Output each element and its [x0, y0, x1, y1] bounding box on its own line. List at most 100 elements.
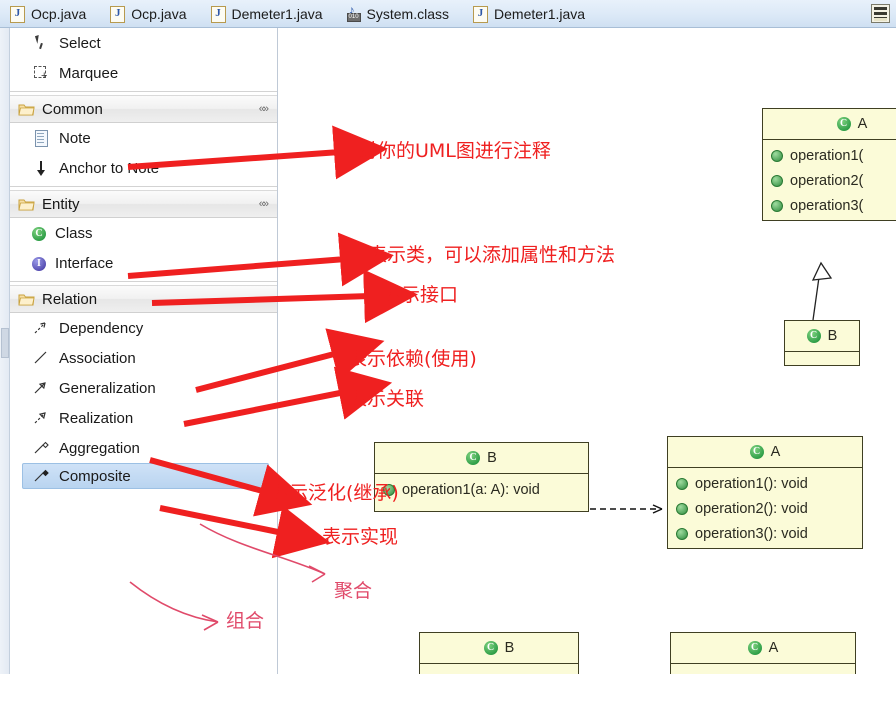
java-file-icon: [210, 5, 226, 23]
uml-class-title: A: [671, 633, 855, 664]
palette-item-label: Marquee: [59, 64, 119, 82]
palette-item-association[interactable]: Association: [10, 343, 277, 373]
uml-operation: operation1(a: A): void: [375, 477, 588, 502]
class-file-icon: [346, 3, 361, 22]
uml-operation: operation2(: [763, 168, 896, 193]
uml-operation-label: operation3(): void: [695, 525, 808, 542]
palette-item-label: Association: [59, 349, 136, 367]
palette-section-entity[interactable]: Entity «»: [10, 190, 277, 218]
uml-class-box-a-middle[interactable]: A operation1(): void operation2(): void …: [667, 436, 863, 549]
palette-tool-select[interactable]: Select: [10, 28, 277, 58]
palette-item-interface[interactable]: Interface: [10, 248, 277, 278]
interface-icon: [32, 256, 46, 271]
editor-tab-3[interactable]: System.class: [337, 1, 463, 27]
annotation-association-text: 表示关联: [348, 388, 425, 410]
uml-operations-compartment: operation1(): void operation2(): void op…: [668, 468, 862, 548]
uml-class-title: B: [375, 443, 588, 474]
public-member-icon: [771, 149, 783, 162]
uml-operations-compartment: operation1(a: A): void: [375, 474, 588, 504]
palette-item-label: Note: [59, 129, 91, 147]
palette-item-label: Class: [55, 224, 93, 242]
dependency-arrowhead: [652, 504, 663, 514]
uml-class-name: A: [857, 116, 868, 132]
uml-operation-label: operation1(): void: [695, 475, 808, 492]
public-member-icon: [771, 174, 783, 187]
tab-list-menu-icon[interactable]: [871, 4, 890, 23]
palette-item-label: Aggregation: [59, 439, 140, 457]
palette-item-label: Generalization: [59, 379, 156, 397]
palette-section-relation[interactable]: Relation «»: [10, 285, 277, 313]
palette-divider: [10, 281, 277, 282]
palette-divider: [10, 91, 277, 92]
palette-section-title: Relation: [42, 290, 98, 308]
editor-tab-0[interactable]: Ocp.java: [0, 1, 100, 27]
marquee-icon: [32, 64, 50, 82]
uml-class-box-a-top[interactable]: A operation1( operation2( operation3(: [762, 108, 896, 221]
uml-class-box-b-bottom[interactable]: B: [419, 632, 579, 674]
public-member-icon: [676, 502, 688, 515]
note-icon: [32, 129, 50, 147]
uml-class-box-b-middle[interactable]: B operation1(a: A): void: [374, 442, 589, 512]
uml-operation: operation2(): void: [668, 496, 862, 521]
uml-operations-compartment: operation1( operation2( operation3(: [763, 140, 896, 220]
uml-class-name: A: [770, 444, 781, 460]
uml-class-name: B: [504, 640, 515, 656]
uml-operation: operation3(: [763, 193, 896, 218]
uml-operation: operation3(): void: [668, 521, 862, 546]
palette-item-label: Select: [59, 34, 101, 52]
uml-class-title: B: [785, 321, 859, 352]
uml-class-title: A: [763, 109, 896, 140]
class-icon: [466, 450, 481, 465]
collapse-chevrons-icon[interactable]: «»: [259, 198, 269, 210]
palette-item-realization[interactable]: Realization: [10, 403, 277, 433]
java-file-icon: [10, 5, 25, 23]
public-member-icon: [771, 199, 783, 212]
uml-operation-label: operation2(: [790, 172, 864, 189]
rail-drag-handle[interactable]: [1, 328, 9, 358]
palette-item-class[interactable]: Class: [10, 218, 277, 248]
editor-tab-label: Demeter1.java: [494, 6, 586, 22]
annotation-aggregation-text: 聚合: [334, 580, 373, 602]
class-icon: [749, 444, 764, 459]
uml-operation-label: operation2(): void: [695, 500, 808, 517]
class-icon: [32, 226, 46, 241]
palette-section-common[interactable]: Common «»: [10, 95, 277, 123]
dependency-arrow-icon: [32, 319, 50, 337]
palette-item-dependency[interactable]: Dependency: [10, 313, 277, 343]
class-icon: [483, 640, 498, 655]
uml-class-name: B: [827, 328, 838, 344]
palette-item-generalization[interactable]: Generalization: [10, 373, 277, 403]
uml-operation: operation1(): void: [668, 471, 862, 496]
palette-item-label: Dependency: [59, 319, 144, 337]
anchor-arrow-icon: [32, 159, 50, 177]
uml-palette-panel: Select Marquee Common «» Note Anchor to …: [10, 28, 278, 674]
editor-tab-label: Ocp.java: [31, 6, 87, 22]
palette-item-aggregation[interactable]: Aggregation: [10, 433, 277, 463]
uml-class-box-a-bottom[interactable]: A: [670, 632, 856, 674]
collapse-chevrons-icon[interactable]: «»: [259, 293, 269, 305]
uml-operation-label: operation3(: [790, 197, 864, 214]
class-icon: [836, 116, 851, 131]
annotation-note-text: 对你的UML图进行注释: [358, 140, 551, 162]
class-icon: [806, 328, 821, 343]
editor-tab-2[interactable]: Demeter1.java: [201, 1, 337, 27]
uml-class-box-b-upper[interactable]: B: [784, 320, 860, 366]
editor-tab-label: System.class: [366, 6, 450, 22]
palette-item-anchor-to-note[interactable]: Anchor to Note: [10, 153, 277, 183]
folder-icon: [18, 199, 35, 210]
palette-section-title: Entity: [42, 195, 80, 213]
editor-tab-1[interactable]: Ocp.java: [100, 1, 200, 27]
uml-operation-label: operation1(: [790, 147, 864, 164]
annotation-dependency-text: 表示依赖(使用): [348, 348, 477, 370]
realization-arrow-icon: [32, 409, 50, 427]
palette-item-composite[interactable]: Composite: [22, 463, 269, 489]
java-file-icon: [473, 5, 489, 23]
public-member-icon: [676, 477, 688, 490]
uml-class-name: B: [487, 450, 497, 466]
collapse-chevrons-icon[interactable]: «»: [259, 103, 269, 115]
palette-item-note[interactable]: Note: [10, 123, 277, 153]
aggregation-diamond-icon: [32, 439, 50, 457]
annotation-interface-text: 表示接口: [382, 284, 459, 306]
editor-tab-4[interactable]: Demeter1.java: [463, 1, 599, 27]
palette-tool-marquee[interactable]: Marquee: [10, 58, 277, 88]
